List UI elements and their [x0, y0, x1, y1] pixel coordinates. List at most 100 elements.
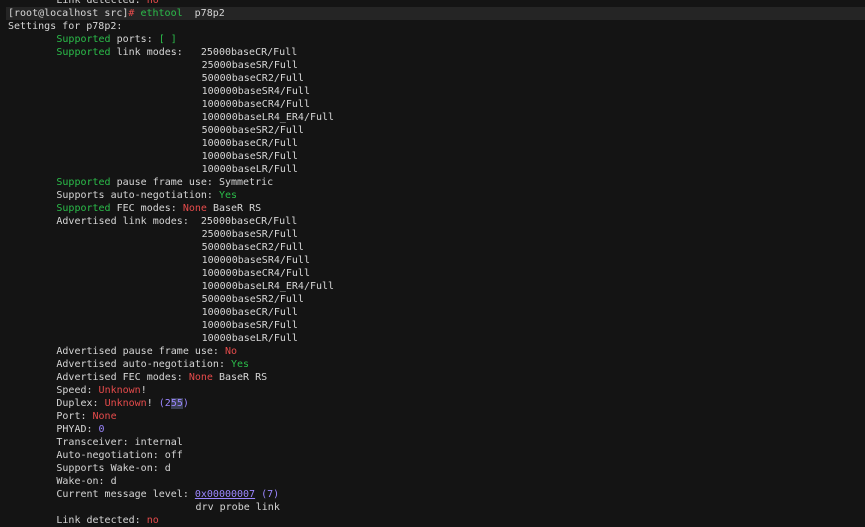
terminal-output-line: 25000baseSR/Full [202, 228, 298, 241]
terminal-output-line: Link detected: no [56, 0, 158, 7]
terminal-text-segment: Current message level: [56, 489, 195, 500]
terminal-output-line: Wake-on: d [56, 475, 116, 488]
terminal-output-line: Auto-negotiation: off [56, 449, 182, 462]
terminal-text-segment: Settings for p78p2: [8, 21, 123, 32]
terminal-text-segment: Link detected: [56, 0, 147, 6]
terminal-text-segment: 10000baseCR/Full [201, 307, 298, 318]
terminal-output-line: 25000baseSR/Full [202, 59, 298, 72]
terminal-text-segment: Supports auto-negotiation: [56, 190, 219, 201]
terminal-text-segment: 10000baseLR/Full [201, 164, 298, 175]
terminal-text-segment: 10000baseSR/Full [201, 151, 298, 162]
terminal-text-segment: Supported [56, 203, 111, 214]
terminal-output-line: 50000baseSR2/Full [202, 124, 304, 137]
terminal-output-line: 100000baseSR4/Full [202, 85, 310, 98]
terminal-text-segment: Supported [56, 177, 111, 188]
terminal-text-segment: Speed: [56, 385, 99, 396]
terminal-output-line: 10000baseLR/Full [202, 332, 298, 345]
terminal-output-line: Settings for p78p2: [8, 20, 122, 33]
terminal-output-line: Current message level: 0x00000007 (7) [56, 488, 279, 501]
terminal-text-segment: 10000baseCR/Full [201, 138, 298, 149]
terminal-output-line: Duplex: Unknown! (255) [56, 397, 189, 410]
terminal-text-segment: ethtool [140, 8, 183, 19]
terminal-text-segment: 25000baseSR/Full [201, 60, 298, 71]
terminal-output-line: 100000baseSR4/Full [202, 254, 310, 267]
terminal-output-line: Supported pause frame use: Symmetric [56, 176, 273, 189]
terminal-text-segment: PHYAD: [56, 424, 99, 435]
terminal-text-segment: Link detected: [56, 515, 147, 526]
terminal-text-segment: (7) [255, 489, 280, 500]
terminal-text-segment: Port: [56, 411, 93, 422]
terminal-output-line: Speed: Unknown! [56, 384, 146, 397]
terminal-text-segment: pause frame use: Symmetric [110, 177, 274, 188]
terminal-text-segment: 0x00000007 [194, 489, 256, 500]
terminal-text-segment: Unknown [104, 398, 147, 409]
terminal-output-line: 100000baseLR4_ER4/Full [202, 111, 334, 124]
terminal-output-line: 10000baseLR/Full [202, 163, 298, 176]
command-prompt-line: [root@localhost src]# ethtool p78p2 [6, 7, 865, 20]
terminal-window[interactable]: Link detected: no [root@localhost src]# e… [0, 0, 865, 527]
terminal-output-line: 10000baseCR/Full [202, 137, 298, 150]
terminal-text-segment: No [224, 346, 238, 357]
terminal-text-segment: 10000baseSR/Full [201, 320, 298, 331]
terminal-text-segment: Yes [218, 190, 238, 201]
terminal-text-segment: 100000baseLR4_ER4/Full [201, 112, 335, 123]
terminal-text-segment: ports: [110, 34, 159, 45]
terminal-text-segment: 50000baseCR2/Full [201, 242, 304, 253]
terminal-text-segment: drv probe link [195, 502, 280, 513]
terminal-text-segment: Duplex: [56, 398, 105, 409]
terminal-output-line: Advertised link modes: 25000baseCR/Full [56, 215, 297, 228]
terminal-text-segment: 100000baseLR4_ER4/Full [201, 281, 335, 292]
terminal-text-segment: Supports Wake-on: d [56, 463, 171, 474]
terminal-text-segment: None [92, 411, 117, 422]
terminal-text-segment: Transceiver: internal [56, 437, 183, 448]
terminal-output-line: 100000baseLR4_ER4/Full [202, 280, 334, 293]
terminal-text-segment: FEC modes: [110, 203, 183, 214]
terminal-output-line: Advertised auto-negotiation: Yes [56, 358, 249, 371]
terminal-text-segment: 100000baseCR4/Full [201, 268, 310, 279]
terminal-text-segment: Advertised FEC modes: [56, 372, 189, 383]
terminal-text-segment: Advertised pause frame use: [56, 346, 225, 357]
terminal-text-segment: BaseR RS [212, 372, 268, 383]
terminal-text-segment: ! [140, 385, 147, 396]
terminal-output-line: 100000baseCR4/Full [202, 98, 310, 111]
terminal-text-segment: None [188, 372, 213, 383]
terminal-text-segment: 50000baseSR2/Full [201, 125, 304, 136]
terminal-output-line: Advertised FEC modes: None BaseR RS [56, 371, 267, 384]
terminal-output-line: Supported FEC modes: None BaseR RS [56, 202, 261, 215]
terminal-output-line: PHYAD: 0 [56, 423, 104, 436]
terminal-text-segment: 10000baseLR/Full [201, 333, 298, 344]
terminal-output-line: Supported ports: [ ] [56, 33, 176, 46]
terminal-text-segment: 100000baseSR4/Full [201, 86, 310, 97]
terminal-text-segment: no [146, 515, 159, 526]
terminal-output-line: Transceiver: internal [56, 436, 182, 449]
terminal-text-segment: # [128, 8, 141, 19]
terminal-text-segment: ! [146, 398, 159, 409]
terminal-output-line: 10000baseCR/Full [202, 306, 298, 319]
terminal-text-segment: BaseR RS [206, 203, 262, 214]
terminal-text-segment: link modes: 25000baseCR/Full [110, 47, 298, 58]
terminal-output-line: drv probe link [196, 501, 280, 514]
terminal-text-segment: None [182, 203, 207, 214]
terminal-output-line: 10000baseSR/Full [202, 150, 298, 163]
terminal-text-segment: 100000baseCR4/Full [201, 99, 310, 110]
terminal-output-line: 50000baseCR2/Full [202, 241, 304, 254]
terminal-text-segment: 50000baseSR2/Full [201, 294, 304, 305]
terminal-output-line: 10000baseSR/Full [202, 319, 298, 332]
terminal-output-line: Supports auto-negotiation: Yes [56, 189, 237, 202]
terminal-text-segment: 100000baseSR4/Full [201, 255, 310, 266]
terminal-text-segment: Supported [56, 34, 111, 45]
terminal-text-segment: ) [182, 398, 189, 409]
terminal-text-segment: 0 [98, 424, 105, 435]
terminal-output-line: 50000baseSR2/Full [202, 293, 304, 306]
terminal-text-segment: Yes [231, 359, 250, 370]
terminal-output-line: Supports Wake-on: d [56, 462, 170, 475]
terminal-output-line: Advertised pause frame use: No [56, 345, 237, 358]
terminal-output-line: 100000baseCR4/Full [202, 267, 310, 280]
terminal-text-segment: no [146, 0, 159, 6]
terminal-text-segment: Wake-on: d [56, 476, 117, 487]
terminal-output-line: Supported link modes: 25000baseCR/Full [56, 46, 297, 59]
terminal-text-segment: Advertised auto-negotiation: [56, 359, 231, 370]
terminal-text-segment: p78p2 [182, 8, 225, 19]
terminal-text-segment: 25000baseSR/Full [201, 229, 298, 240]
terminal-text-segment: (2 [158, 398, 171, 409]
